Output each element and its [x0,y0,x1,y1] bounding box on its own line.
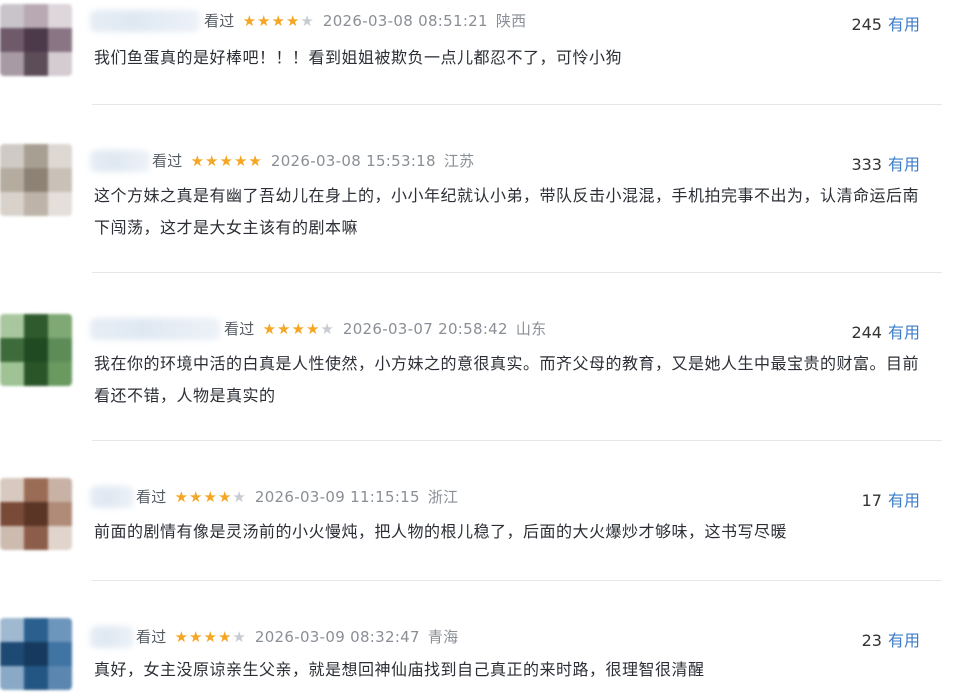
watched-label: 看过 [136,488,167,506]
useful-vote-button[interactable]: 333 有用 [851,151,920,175]
useful-count: 245 [851,15,882,34]
watched-label: 看过 [204,12,235,30]
review-text: 前面的剧情有像是灵汤前的小火慢炖，把人物的根儿稳了，后面的大火爆炒才够味，这书写… [94,522,788,541]
divider [92,440,942,441]
useful-label: 有用 [887,323,920,342]
useful-label: 有用 [887,155,920,174]
useful-count: 23 [861,631,882,650]
useful-count: 333 [851,155,882,174]
review-date: 2026-03-09 08:32:47 [254,627,420,646]
useful-vote-button[interactable]: 245 有用 [851,11,920,35]
review-meta: 看过 ★★★★★ 2026-03-09 11:15:15 浙江 [136,486,458,507]
divider [92,272,942,273]
review-location: 青海 [427,628,459,646]
username-blurred[interactable] [90,150,150,172]
rating-stars-icon: ★★★★★ [262,319,335,338]
watched-label: 看过 [224,320,255,338]
review-text: 我在你的环境中活的白真是人性使然，小方妹之的意很真实。而齐父母的教育，又是她人生… [94,354,920,405]
useful-label: 有用 [887,631,920,650]
rating-stars-icon: ★★★★★ [190,151,263,170]
useful-vote-button[interactable]: 244 有用 [851,319,920,343]
username-blurred[interactable] [90,626,134,648]
username-blurred[interactable] [90,486,134,508]
review-location: 山东 [515,320,547,338]
useful-count: 17 [861,491,882,510]
review-date: 2026-03-07 20:58:42 [342,319,508,338]
review-date: 2026-03-08 15:53:18 [270,151,436,170]
review-meta: 看过 ★★★★★ 2026-03-08 08:51:21 陕西 [204,10,526,31]
review-meta: 看过 ★★★★★ 2026-03-08 15:53:18 江苏 [152,150,474,171]
review-meta: 看过 ★★★★★ 2026-03-07 20:58:42 山东 [224,318,546,339]
review-date: 2026-03-09 11:15:15 [254,487,420,506]
rating-stars-icon: ★★★★★ [174,487,247,506]
useful-vote-button[interactable]: 17 有用 [862,487,920,511]
useful-vote-button[interactable]: 23 有用 [862,627,920,651]
avatar[interactable] [0,4,72,76]
rating-stars-icon: ★★★★★ [242,11,315,30]
review-location: 陕西 [495,12,527,30]
rating-stars-icon: ★★★★★ [174,627,247,646]
watched-label: 看过 [136,628,167,646]
avatar[interactable] [0,314,72,386]
username-blurred[interactable] [90,318,220,340]
watched-label: 看过 [152,152,183,170]
useful-label: 有用 [887,15,920,34]
divider [92,104,942,105]
review-text: 这个方妹之真是有幽了吾幼儿在身上的，小小年纪就认小弟，带队反击小混混，手机拍完事… [94,186,920,237]
review-text: 真好，女主没原谅亲生父亲，就是想回神仙庙找到自己真正的来时路，很理智很清醒 [94,660,705,679]
useful-count: 244 [851,323,882,342]
avatar[interactable] [0,144,72,216]
review-date: 2026-03-08 08:51:21 [322,11,488,30]
avatar[interactable] [0,478,72,550]
review-location: 江苏 [443,152,475,170]
review-meta: 看过 ★★★★★ 2026-03-09 08:32:47 青海 [136,626,458,647]
review-text: 我们鱼蛋真的是好棒吧！！！看到姐姐被欺负一点儿都忍不了，可怜小狗 [94,48,623,67]
review-location: 浙江 [427,488,459,506]
username-blurred[interactable] [90,10,200,32]
useful-label: 有用 [887,491,920,510]
divider [92,580,942,581]
avatar[interactable] [0,618,72,690]
